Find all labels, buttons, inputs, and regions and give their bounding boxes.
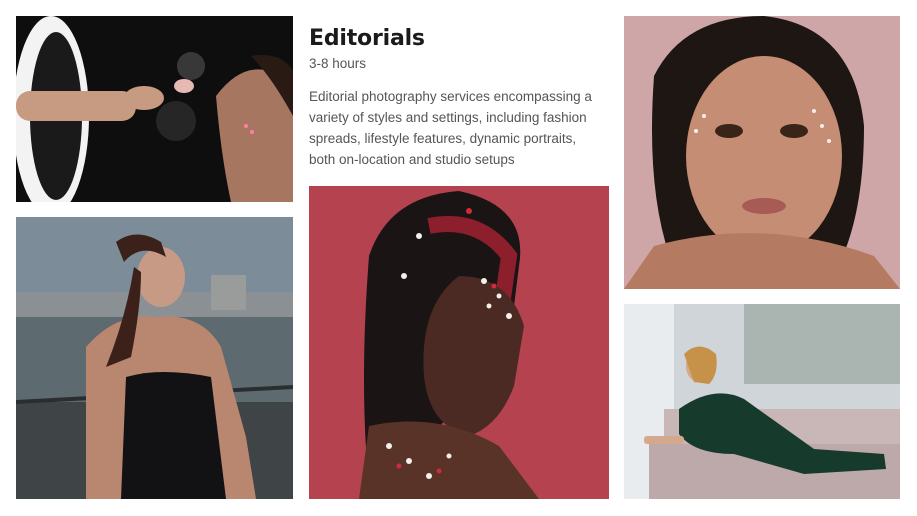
photo-waterfront-portrait	[16, 217, 293, 499]
session-duration: 3-8 hours	[309, 56, 367, 71]
section-title: Editorials	[309, 26, 425, 51]
photo-closeup-portrait	[624, 16, 900, 289]
photo-powder-portrait	[16, 16, 293, 202]
photo-pearl-braids-portrait	[309, 186, 609, 499]
editorials-info: Editorials 3-8 hours Editorial photograp…	[309, 25, 609, 184]
photo-velvet-lounge-portrait	[624, 304, 900, 499]
section-description: Editorial photography services encompass…	[309, 89, 592, 167]
